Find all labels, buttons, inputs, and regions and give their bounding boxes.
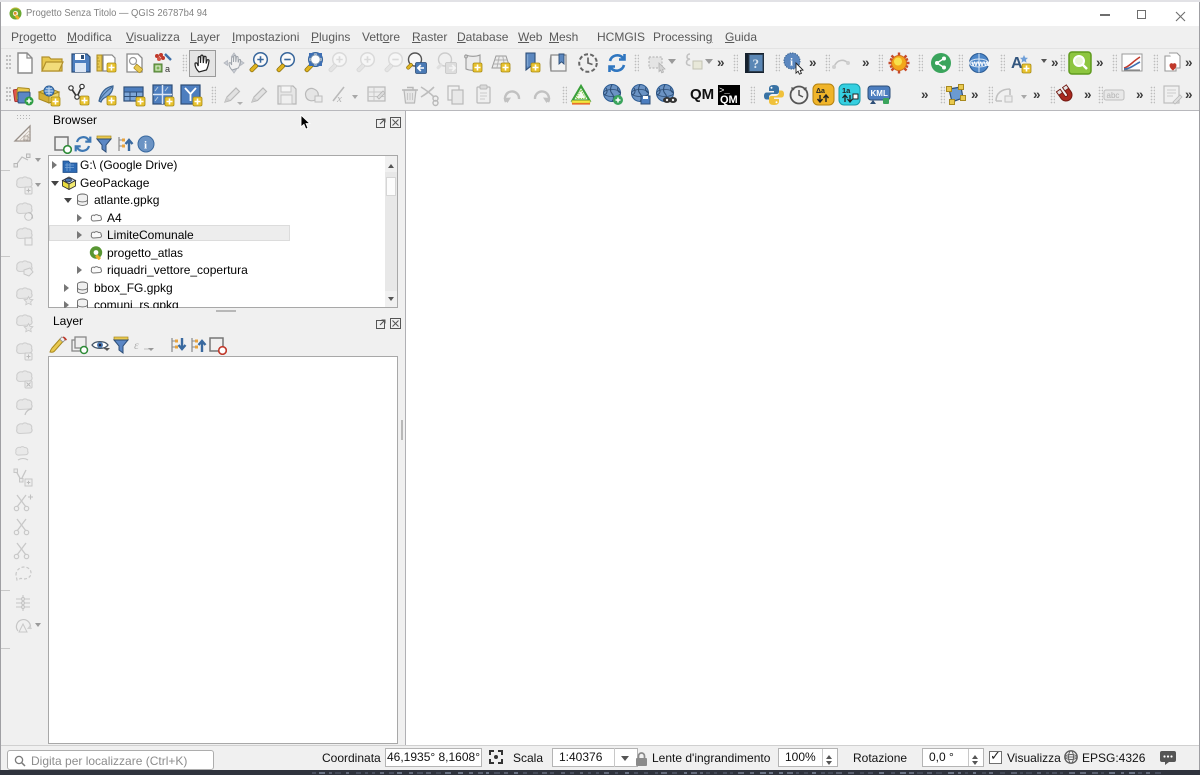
svg-text:x: x: [336, 93, 342, 105]
svg-text:?: ?: [753, 56, 760, 71]
svg-text:a: a: [165, 64, 170, 74]
svg-text:ε: ε: [134, 338, 139, 352]
svg-text:QM: QM: [720, 94, 738, 106]
svg-text:i: i: [144, 140, 147, 152]
svg-text:1a: 1a: [842, 86, 851, 95]
svg-text:Δa: Δa: [816, 88, 825, 95]
svg-text:KML: KML: [871, 89, 888, 98]
svg-text:A: A: [1011, 55, 1023, 72]
svg-text:abc: abc: [1107, 91, 1120, 100]
svg-text:WWW: WWW: [972, 61, 991, 68]
svg-text:i: i: [790, 57, 793, 69]
